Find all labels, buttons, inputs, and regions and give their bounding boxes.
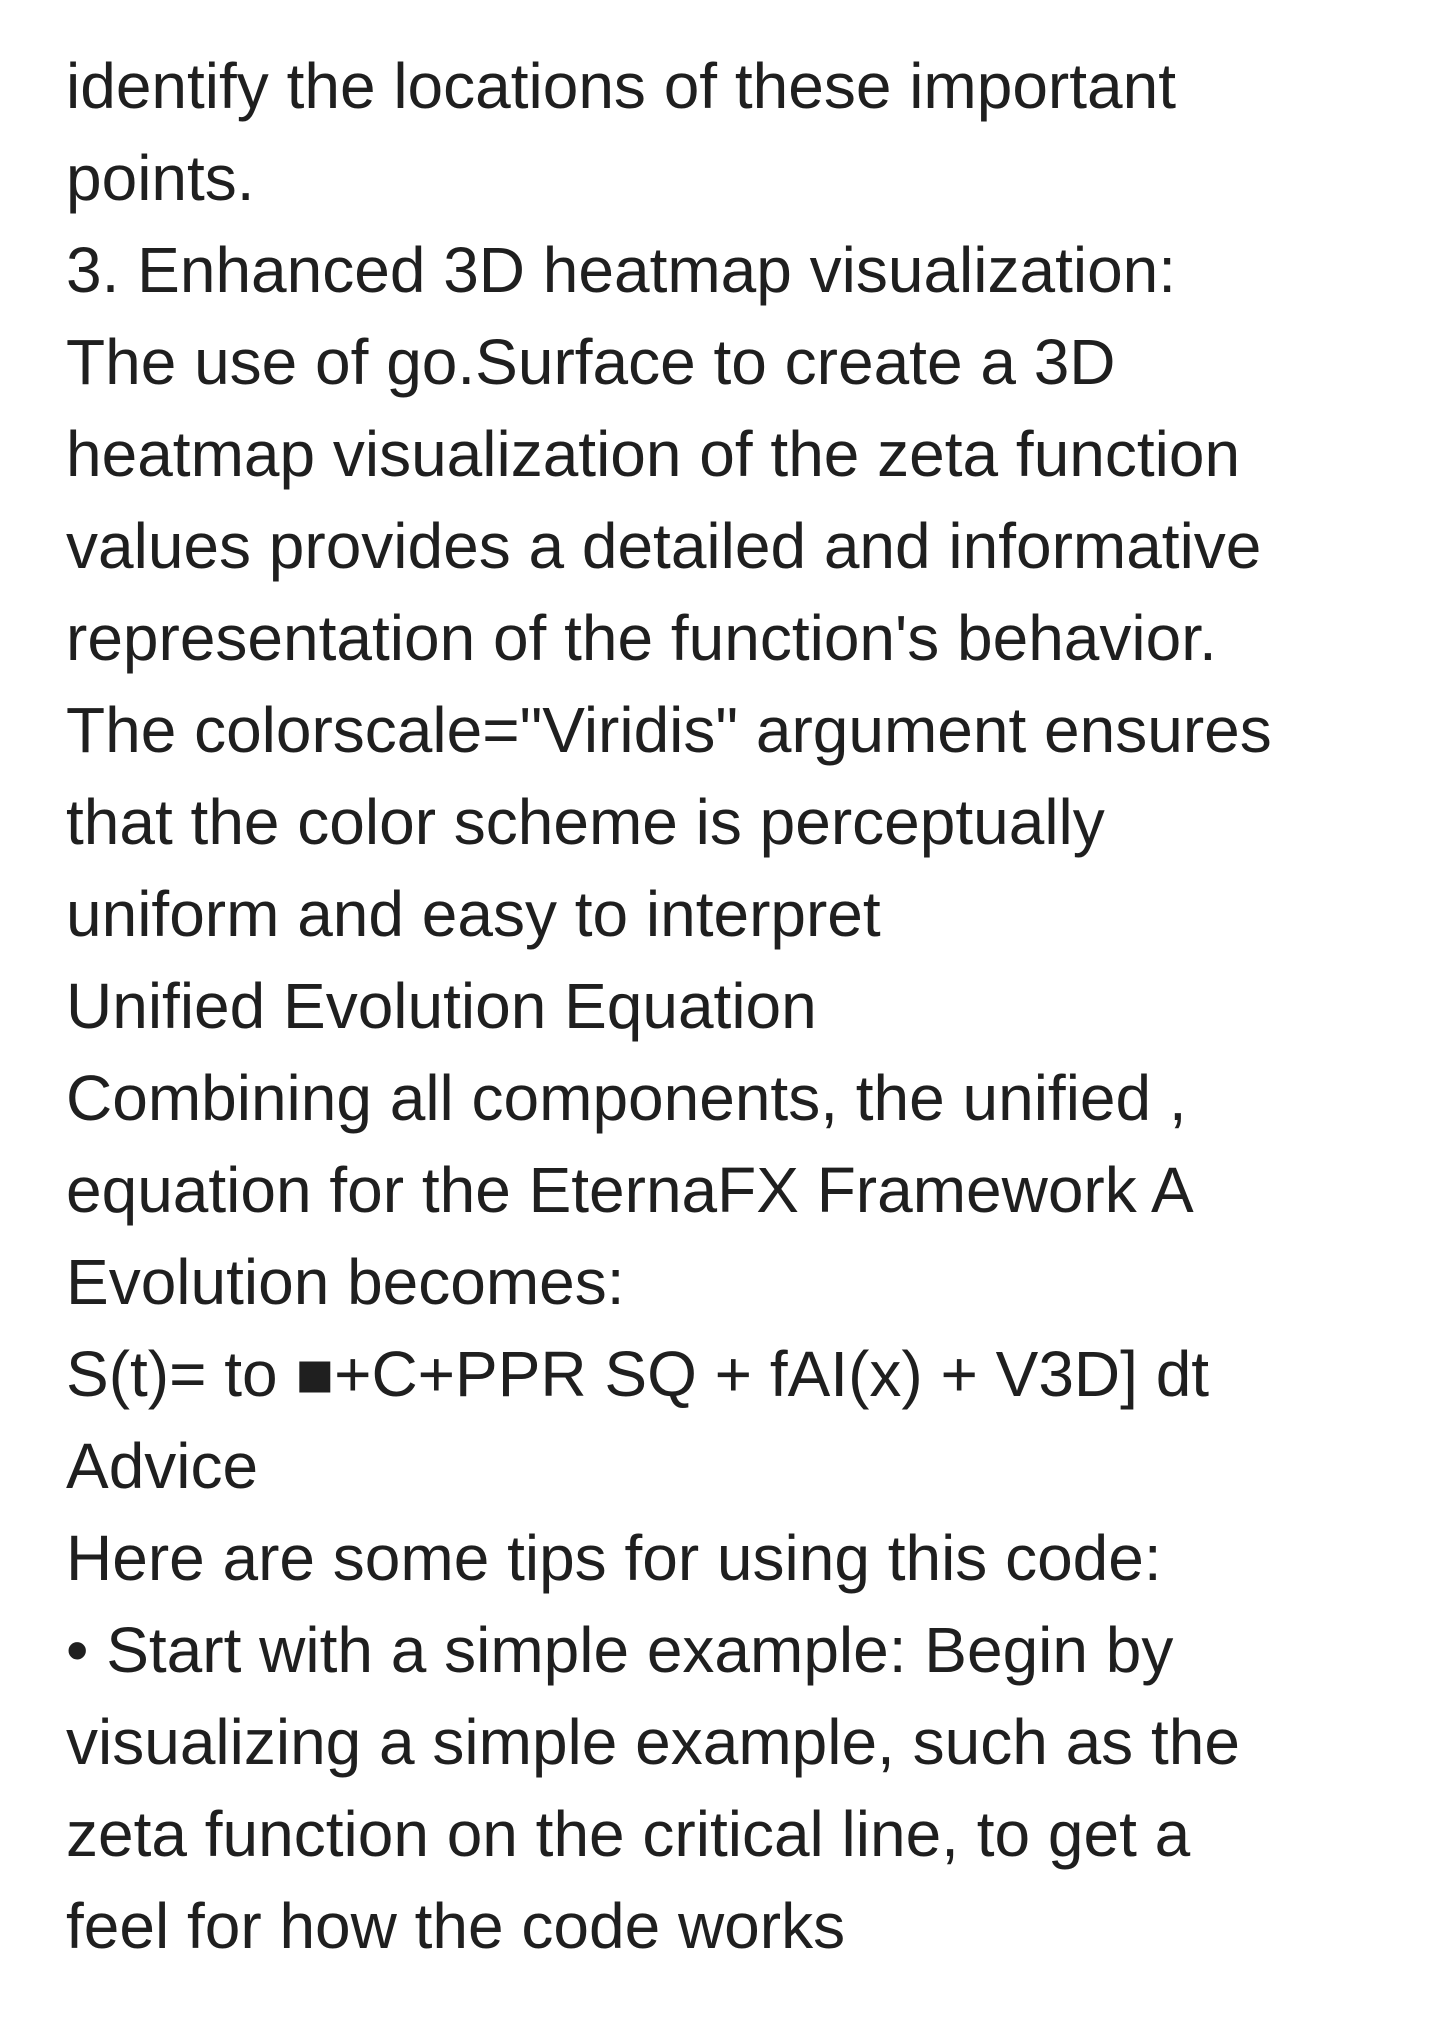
text-line: feel for how the code works	[66, 1890, 846, 1962]
text-line: The colorscale="Viridis" argument ensure…	[66, 694, 1272, 766]
text-line: representation of the function's behavio…	[66, 602, 1217, 674]
text-line: that the color scheme is perceptually	[66, 786, 1105, 858]
section-heading-line: Advice	[66, 1430, 259, 1502]
text-line: Combining all components, the unified ,	[66, 1062, 1187, 1134]
text-line: heatmap visualization of the zeta functi…	[66, 418, 1241, 490]
text-line: values provides a detailed and informati…	[66, 510, 1262, 582]
text-line: zeta function on the critical line, to g…	[66, 1798, 1191, 1870]
text-line: visualizing a simple example, such as th…	[66, 1706, 1240, 1778]
section-heading-line: 3. Enhanced 3D heatmap visualization:	[66, 234, 1177, 306]
text-line: The use of go.Surface to create a 3D	[66, 326, 1116, 398]
document-body: identify the locations of these importan…	[66, 40, 1406, 1972]
text-line: points.	[66, 142, 255, 214]
equation-line: S(t)= to ■+C+PPR SQ + fAI(x) + V3D] dt	[66, 1338, 1210, 1410]
text-line: uniform and easy to interpret	[66, 878, 881, 950]
text-line: equation for the EternaFX Framework A	[66, 1154, 1194, 1226]
section-heading-line: Unified Evolution Equation	[66, 970, 817, 1042]
text-line: Evolution becomes:	[66, 1246, 625, 1318]
text-line: identify the locations of these importan…	[66, 50, 1176, 122]
text-line: Here are some tips for using this code:	[66, 1522, 1162, 1594]
bullet-line: • Start with a simple example: Begin by	[66, 1614, 1174, 1686]
